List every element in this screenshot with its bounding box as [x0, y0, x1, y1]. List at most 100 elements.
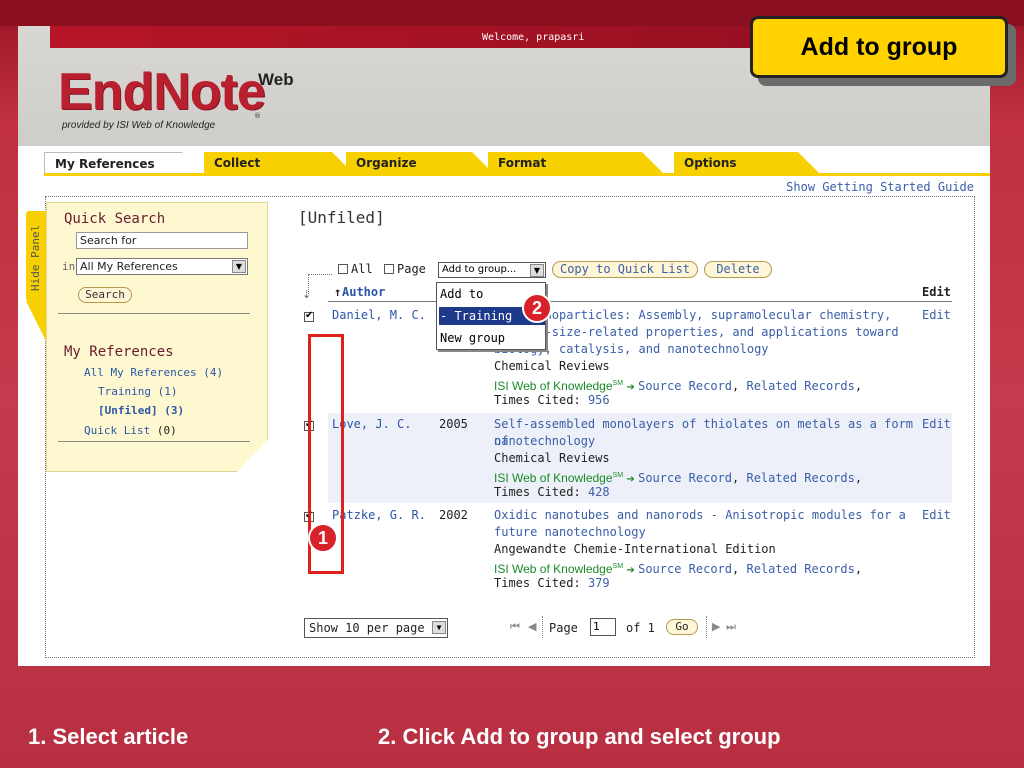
chevron-down-icon: ▼: [232, 260, 246, 273]
page-of-label: of 1: [626, 621, 655, 635]
last-page-icon[interactable]: ⏭: [726, 620, 736, 634]
divider: [58, 313, 250, 314]
tab-organize[interactable]: Organize: [346, 152, 494, 174]
tab-my-references[interactable]: My References: [44, 152, 204, 174]
row-author[interactable]: Patzke, G. R.: [332, 507, 426, 524]
getting-started-link[interactable]: Show Getting Started Guide: [786, 180, 974, 194]
select-page-checkbox[interactable]: [384, 264, 394, 274]
first-page-icon[interactable]: ⏮: [510, 620, 520, 634]
service-mark: SM: [612, 380, 624, 387]
row-year: 2005: [439, 417, 468, 431]
endnote-web-logo: EndNote Web provided by ISI Web of Knowl…: [58, 66, 318, 136]
add-to-group-select[interactable]: Add to group... ▼: [438, 262, 546, 278]
sidebar-item-unfiled[interactable]: [Unfiled] (3): [98, 404, 184, 417]
quick-search-input[interactable]: Search for: [76, 232, 248, 249]
chevron-down-icon: ▼: [432, 621, 446, 634]
pager-separator: [706, 616, 707, 638]
toolbar-connector: [308, 274, 332, 275]
isi-web-of-knowledge-link[interactable]: ISI Web of KnowledgeSM: [494, 471, 623, 485]
per-page-value: Show 10 per page: [309, 621, 425, 635]
row-journal: Angewandte Chemie-International Edition: [494, 542, 776, 556]
row-title-line[interactable]: quantum-size-related properties, and app…: [494, 324, 914, 341]
table-row: Daniel, M. C. Gold nanoparticles: Assemb…: [304, 306, 952, 412]
table-row: Love, J. C. 2005 Self-assembled monolaye…: [304, 413, 952, 503]
isi-label: ISI Web of Knowledge: [494, 379, 613, 393]
row-journal: Chemical Reviews: [494, 359, 610, 373]
registered-mark: ®: [254, 112, 261, 120]
times-cited-label: Times Cited:: [494, 393, 581, 407]
per-page-select[interactable]: Show 10 per page ▼: [304, 618, 448, 638]
times-cited-value[interactable]: 956: [588, 393, 610, 407]
source-record-link[interactable]: Source Record: [638, 562, 732, 576]
chevron-down-icon: ▼: [530, 264, 544, 277]
column-header-edit: Edit: [922, 285, 951, 299]
row-title-line[interactable]: nanotechnology: [494, 433, 914, 450]
go-button[interactable]: Go: [666, 619, 698, 635]
row-title-line[interactable]: Oxidic nanotubes and nanorods - Anisotro…: [494, 507, 914, 524]
delete-button[interactable]: Delete: [704, 261, 772, 278]
tab-collect[interactable]: Collect: [204, 152, 354, 174]
dropdown-option-new-group[interactable]: New group: [439, 329, 545, 347]
service-mark: SM: [612, 563, 624, 570]
row-times-cited: Times Cited: 428: [494, 484, 610, 501]
row-journal: Chemical Reviews: [494, 451, 610, 465]
sidebar-item-quick-list[interactable]: Quick List (0): [84, 424, 177, 437]
column-header-author[interactable]: Author: [342, 285, 385, 299]
quick-search-title: Quick Search: [64, 211, 166, 227]
sidebar-item-training[interactable]: Training (1): [98, 385, 177, 398]
row-edit-link[interactable]: Edit: [922, 416, 951, 433]
step-2-badge: 2: [522, 293, 552, 323]
select-all-checkbox[interactable]: [338, 264, 348, 274]
isi-web-of-knowledge-link[interactable]: ISI Web of KnowledgeSM: [494, 379, 623, 393]
sort-up-icon: ↑: [334, 285, 342, 299]
search-scope-value: All My References: [80, 260, 178, 273]
tab-format[interactable]: Format: [488, 152, 664, 174]
row-times-cited: Times Cited: 379: [494, 575, 610, 592]
pager-separator: [542, 616, 543, 638]
add-to-group-value: Add to group...: [442, 264, 517, 275]
arrow-right-icon: ➔: [626, 474, 635, 485]
isi-label: ISI Web of Knowledge: [494, 562, 613, 576]
source-record-link[interactable]: Source Record: [638, 379, 732, 393]
next-page-icon[interactable]: ▶: [712, 620, 720, 633]
sidebar-item-all-references[interactable]: All My References (4): [84, 366, 223, 379]
related-records-link[interactable]: Related Records: [746, 379, 854, 393]
my-references-title: My References: [64, 344, 174, 360]
header-divider: [328, 301, 952, 302]
isi-web-of-knowledge-link[interactable]: ISI Web of KnowledgeSM: [494, 562, 623, 576]
main-tabs: My References Collect Organize Format Op…: [44, 152, 990, 174]
times-cited-label: Times Cited:: [494, 485, 581, 499]
page-title: [Unfiled]: [298, 208, 385, 227]
row-edit-link[interactable]: Edit: [922, 507, 951, 524]
tab-options[interactable]: Options: [674, 152, 820, 174]
row-edit-link[interactable]: Edit: [922, 307, 951, 324]
times-cited-value[interactable]: 428: [588, 485, 610, 499]
times-cited-value[interactable]: 379: [588, 576, 610, 590]
caption-step-2: 2. Click Add to group and select group: [378, 724, 781, 749]
welcome-text: Welcome, prapasri: [482, 32, 585, 43]
row-checkbox[interactable]: [304, 310, 314, 322]
service-mark: SM: [612, 472, 624, 479]
row-author[interactable]: Daniel, M. C.: [332, 307, 426, 324]
hide-panel-tail: [26, 301, 46, 341]
table-row: Patzke, G. R. 2002 Oxidic nanotubes and …: [304, 504, 952, 598]
row-year: 2002: [439, 508, 468, 522]
prev-page-icon[interactable]: ◀: [528, 620, 536, 633]
search-button[interactable]: Search: [78, 287, 132, 303]
tab-underline: [44, 173, 990, 176]
arrow-right-icon: ➔: [626, 565, 635, 576]
search-scope-select[interactable]: All My References ▼: [76, 258, 248, 275]
related-records-link[interactable]: Related Records: [746, 562, 854, 576]
row-title-line[interactable]: biology, catalysis, and nanotechnology: [494, 341, 914, 358]
arrow-right-icon: ➔: [626, 382, 635, 393]
copy-to-quick-list-button[interactable]: Copy to Quick List: [552, 261, 698, 278]
hide-panel-tab[interactable]: Hide Panel: [26, 211, 46, 301]
select-page-label: Page: [397, 262, 426, 276]
row-title-line[interactable]: Gold nanoparticles: Assembly, supramolec…: [494, 307, 914, 324]
row-title-line[interactable]: future nanotechnology: [494, 524, 914, 541]
source-record-link[interactable]: Source Record: [638, 471, 732, 485]
related-records-link[interactable]: Related Records: [746, 471, 854, 485]
page-number-input[interactable]: 1: [590, 618, 616, 636]
step-1-badge: 1: [308, 523, 338, 553]
caption-step-1: 1. Select article: [28, 724, 189, 749]
